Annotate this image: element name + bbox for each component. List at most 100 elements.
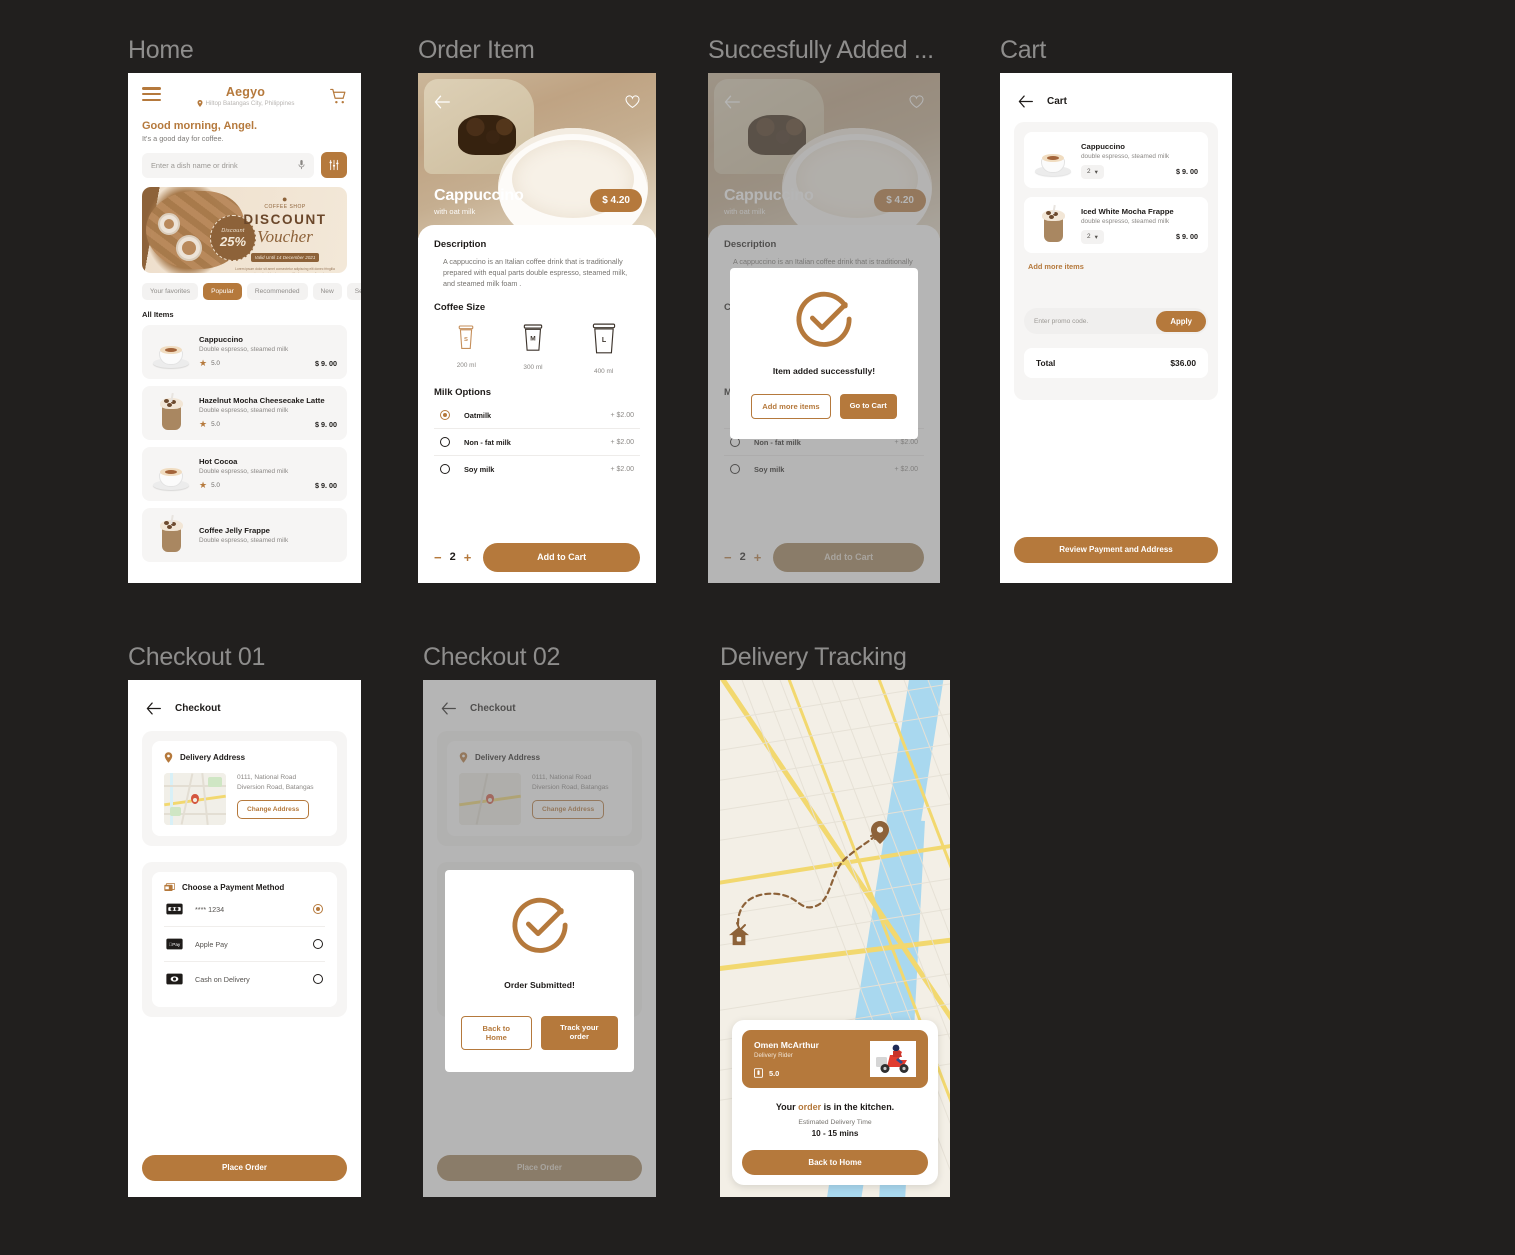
success-dialog: Item added successfully! Add more items … [730,268,918,439]
item-image [1034,204,1072,244]
search-input[interactable]: Enter a dish name or drink [142,152,314,178]
address-map-thumbnail[interactable] [164,773,226,825]
item-rating: ★ 5.0 [199,419,220,430]
payment-option-card[interactable]: **** 1234 [164,892,325,927]
list-item[interactable]: Coffee Jelly Frappe Double espresso, ste… [142,508,347,562]
radio-soy-milk[interactable] [440,464,450,474]
voucher-validity: Valid Until 14 December 2021 [250,253,320,262]
cart-row[interactable]: Iced White Mocha Frappe double espresso,… [1024,197,1208,253]
track-order-button[interactable]: Track your order [540,1016,618,1050]
success-check-icon [795,290,853,348]
item-price: $ 9. 00 [315,359,337,368]
order-status: Your order is in the kitchen. [742,1102,928,1112]
radio-oatmilk[interactable] [440,410,450,420]
filter-sliders-icon [329,159,339,171]
back-to-home-button[interactable]: Back to Home [742,1150,928,1175]
status-highlight: order [798,1102,822,1112]
category-chips: Your favorites Popular Recommended New S… [128,283,361,300]
size-option-m[interactable]: M 300 ml [520,322,546,375]
quantity-stepper[interactable]: − 2 + [434,551,471,564]
add-to-cart-button[interactable]: Add to Cart [483,542,640,572]
chip-seasonal[interactable]: Season S [346,283,361,300]
radio-non-fat-milk[interactable] [440,437,450,447]
quantity-select[interactable]: 2 ▾ [1081,164,1104,179]
order-submitted-screen: Checkout Delivery Address [423,680,656,1197]
decrement-button[interactable]: − [434,551,442,564]
frame-title-success: Succesfully Added ... [708,36,934,64]
milk-option-soy[interactable]: Soy milk + $2.00 [434,456,640,482]
review-payment-button[interactable]: Review Payment and Address [1014,537,1218,563]
order-total-row: Total $36.00 [1024,348,1208,378]
back-arrow-icon[interactable] [1018,95,1033,108]
delivery-address-card: Delivery Address 0111, National Road Div… [152,741,337,836]
microphone-icon[interactable] [298,160,305,170]
frame-title-home: Home [128,36,194,64]
brand-location: Hiltop Batangas City, Philippines [161,100,330,107]
chip-your-favorites[interactable]: Your favorites [142,283,199,300]
item-desc: Double espresso, steamed milk [199,407,289,414]
milk-option-name: Soy milk [464,464,495,474]
status-prefix: Your [775,1102,799,1112]
quantity-select[interactable]: 2 ▾ [1081,229,1104,244]
discount-voucher-banner[interactable]: Discount 25% ● COFFEE SHOP DISCOUNT Vouc… [142,187,347,273]
menu-icon[interactable] [142,87,161,104]
quantity-value: 2 [1087,233,1091,240]
radio-apple-pay[interactable] [313,939,323,949]
cart-row[interactable]: Cappuccino double espresso, steamed milk… [1024,132,1208,188]
milk-option-name: Non - fat milk [464,437,511,447]
change-address-button[interactable]: Change Address [237,800,310,819]
svg-text:S: S [464,337,468,343]
chip-new[interactable]: New [312,283,342,300]
list-item[interactable]: Hazelnut Mocha Cheesecake Latte Double e… [142,386,347,440]
milk-option-nonfat[interactable]: Non - fat milk + $2.00 [434,429,640,456]
product-hero-image: Cappuccino with oat milk $ 4.20 [418,73,656,248]
item-name: Cappuccino [1081,141,1125,151]
coffee-size-label: Coffee Size [434,302,486,313]
item-name: Cappuccino [199,335,243,344]
list-item[interactable]: Hot Cocoa Double espresso, steamed milk … [142,447,347,501]
credit-card-icon [166,903,183,915]
payment-method-header: Choose a Payment Method [164,883,325,892]
item-desc: Double espresso, steamed milk [199,468,289,475]
apply-promo-button[interactable]: Apply [1156,310,1206,332]
status-suffix: is in the kitchen. [821,1102,895,1112]
home-marker-icon [729,926,749,946]
rider-info: Omen McArthur Delivery Rider 5.0 [742,1030,928,1088]
cart-icon[interactable] [330,88,347,105]
list-item[interactable]: Cappuccino Double espresso, steamed milk… [142,325,347,379]
go-to-cart-button[interactable]: Go to Cart [839,394,897,419]
product-subtitle: with oat milk [434,207,476,216]
back-arrow-icon[interactable] [434,95,450,109]
rider-avatar [870,1041,916,1077]
item-price: $ 9. 00 [1176,167,1198,176]
back-arrow-icon[interactable] [146,702,161,715]
payment-option-apple-pay[interactable]: Pay Apple Pay [164,927,325,962]
place-order-button[interactable]: Place Order [142,1155,347,1181]
increment-button[interactable]: + [464,551,472,564]
success-message: Item added successfully! [772,366,876,376]
radio-card[interactable] [313,904,323,914]
coffee-cup-icon [152,455,190,493]
chip-recommended[interactable]: Recommended [246,283,308,300]
milk-option-oatmilk[interactable]: Oatmilk + $2.00 [434,402,640,429]
add-more-items-button[interactable]: Add more items [751,394,831,419]
apple-pay-icon: Pay [166,938,183,950]
delivery-address-label: Delivery Address [180,753,246,762]
payment-option-cash[interactable]: Cash on Delivery [164,962,325,996]
address-line-2: Diversion Road, Batangas [237,783,314,791]
brand-block: Aegyo Hiltop Batangas City, Philippines [161,85,330,107]
order-footer: − 2 + Add to Cart [418,531,656,583]
add-more-items-link[interactable]: Add more items [1028,262,1208,271]
filter-button[interactable] [321,152,347,178]
promo-code-input[interactable]: Enter promo code. [1034,318,1156,325]
radio-cash[interactable] [313,974,323,984]
chip-popular[interactable]: Popular [203,283,242,300]
item-name: Coffee Jelly Frappe [199,526,270,535]
frame-checkout-02: Checkout 02 Checkout Delivery Address [423,642,656,1197]
back-to-home-button[interactable]: Back to Home [461,1016,532,1050]
greeting-sub: It's a good day for coffee. [142,134,224,143]
item-rating: ★ 5.0 [199,480,220,491]
size-option-l[interactable]: L 400 ml [589,322,619,375]
heart-icon[interactable] [625,95,640,109]
size-option-s[interactable]: S 200 ml [455,322,477,375]
